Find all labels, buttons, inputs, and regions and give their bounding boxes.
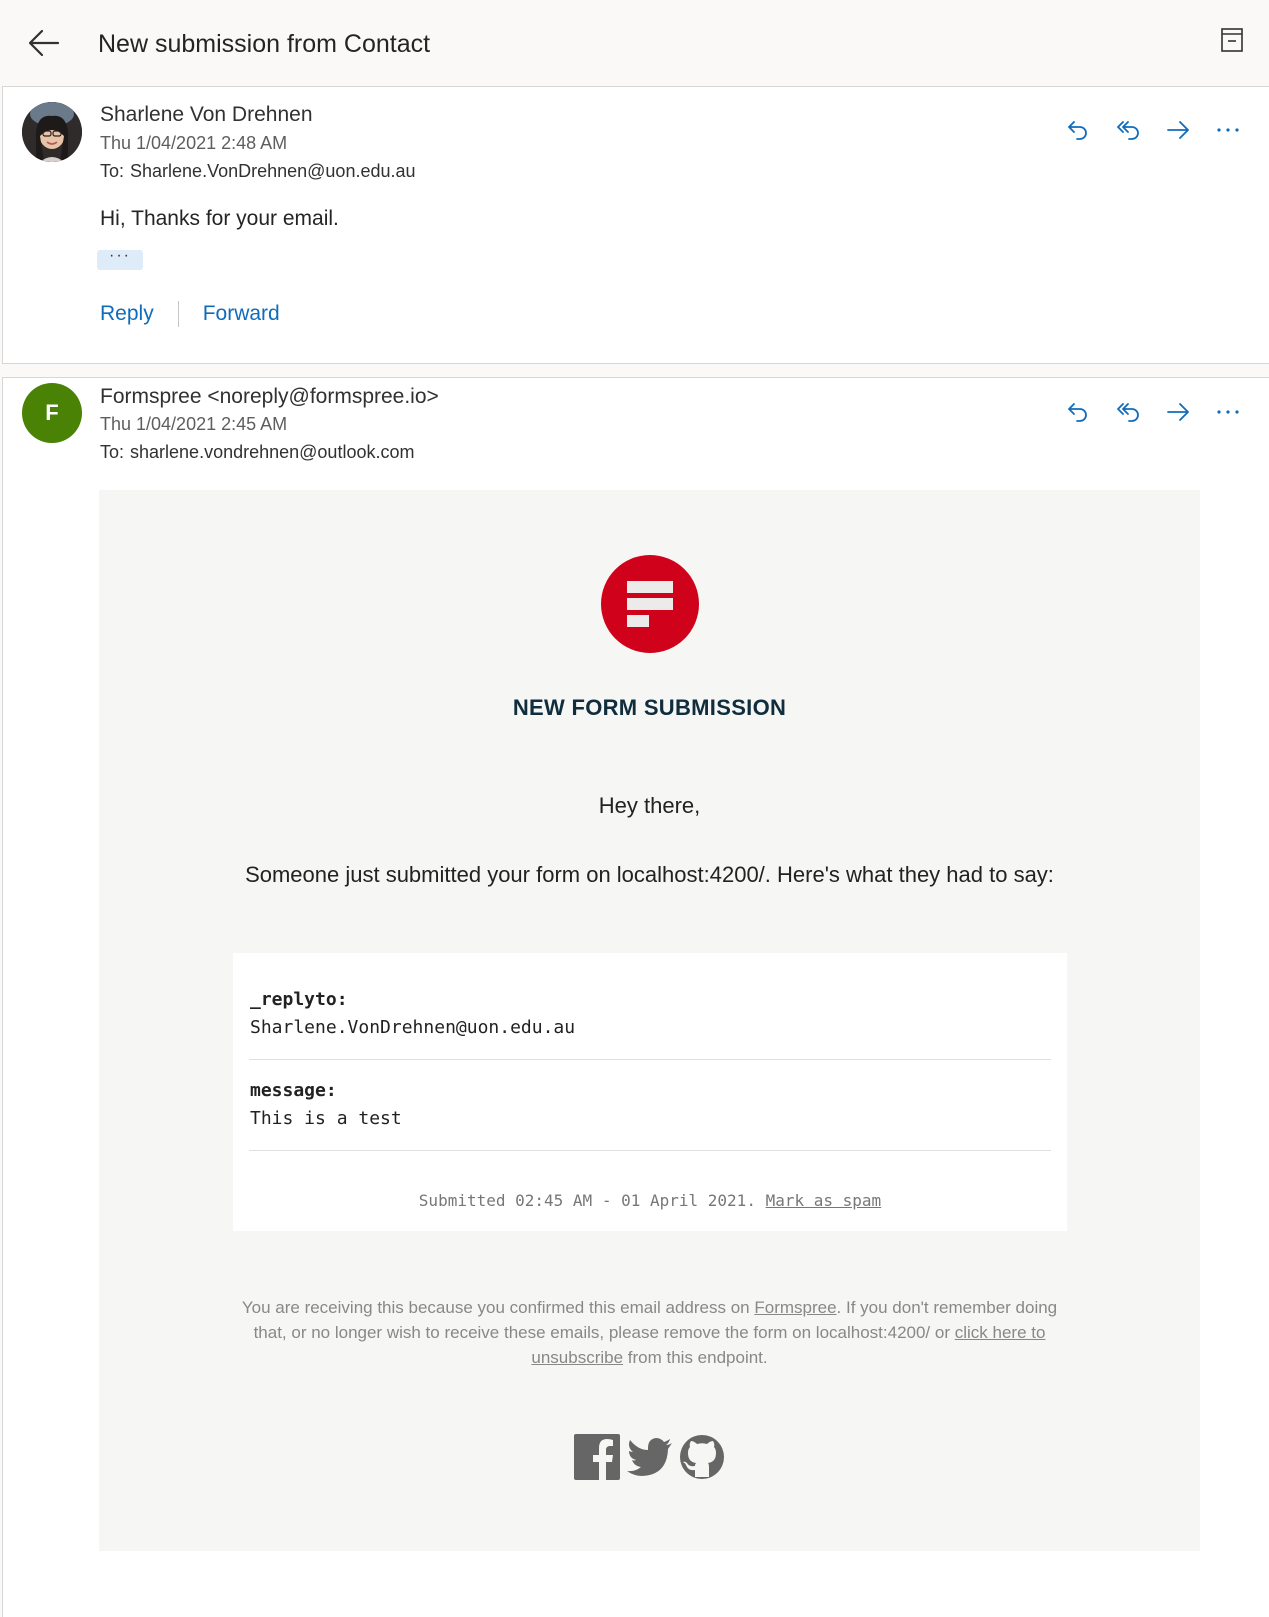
field-value: This is a test — [250, 1108, 402, 1129]
more-icon — [1217, 410, 1239, 414]
reply-all-button[interactable] — [1103, 397, 1153, 427]
twitter-link[interactable] — [626, 1432, 674, 1482]
reply-button[interactable] — [1053, 397, 1103, 427]
popout-button[interactable] — [1220, 27, 1244, 53]
email-intro: Someone just submitted your form on loca… — [245, 862, 1054, 887]
message-actions — [1053, 397, 1253, 427]
reply-all-button[interactable] — [1103, 115, 1153, 145]
recipient-line: To: Sharlene.VonDrehnen@uon.edu.au — [100, 161, 416, 182]
field-name: _replyto: — [250, 989, 348, 1010]
popout-icon — [1221, 28, 1243, 52]
reading-pane-header: New submission from Contact — [0, 0, 1269, 86]
facebook-icon — [574, 1434, 620, 1480]
to-label: To: — [100, 442, 125, 462]
field-value: Sharlene.VonDrehnen@uon.edu.au — [250, 1017, 576, 1038]
message-date: Thu 1/04/2021 2:45 AM — [100, 414, 288, 434]
recipient-line: To: sharlene.vondrehnen@outlook.com — [100, 442, 414, 463]
more-actions-button[interactable] — [1203, 397, 1253, 427]
field-replyto: _replyto: Sharlene.VonDrehnen@uon.edu.au — [250, 989, 1050, 1038]
formspree-logo — [601, 555, 699, 653]
social-links — [573, 1432, 726, 1482]
divider — [249, 1059, 1051, 1060]
message-actions — [1053, 115, 1253, 145]
email-heading: NEW FORM SUBMISSION — [512, 695, 787, 720]
forward-button[interactable] — [1153, 397, 1203, 427]
reply-button[interactable] — [1053, 115, 1103, 145]
more-actions-button[interactable] — [1203, 115, 1253, 145]
more-icon — [1217, 128, 1239, 132]
footer-text-3: from this endpoint. — [623, 1348, 768, 1367]
recipient-address[interactable]: sharlene.vondrehnen@outlook.com — [130, 442, 414, 462]
formspree-link[interactable]: Formspree — [754, 1298, 836, 1317]
twitter-icon — [626, 1438, 672, 1476]
facebook-link[interactable] — [573, 1432, 621, 1482]
forward-link[interactable]: Forward — [203, 302, 280, 326]
profile-photo — [22, 102, 82, 162]
recipient-address[interactable]: Sharlene.VonDrehnen@uon.edu.au — [130, 161, 416, 181]
reply-all-icon — [1117, 403, 1139, 422]
message-body: Hi, Thanks for your email. — [100, 207, 339, 230]
arrow-left-icon — [28, 29, 60, 57]
submitted-info: Submitted 02:45 AM - 01 April 2021. Mark… — [233, 1191, 1067, 1210]
field-message: message: This is a test — [250, 1080, 1050, 1129]
mark-as-spam-link[interactable]: Mark as spam — [766, 1191, 882, 1210]
submitted-time: Submitted 02:45 AM - 01 April 2021. — [418, 1191, 756, 1210]
email-html-body: NEW FORM SUBMISSION Hey there, Someone j… — [99, 490, 1200, 1551]
reply-icon — [1068, 121, 1087, 140]
github-link[interactable] — [678, 1432, 726, 1482]
forward-button[interactable] — [1153, 115, 1203, 145]
message-card: F Formspree <noreply@formspree.io> Thu 1… — [2, 377, 1269, 1617]
reply-icon — [1068, 403, 1087, 422]
github-icon — [680, 1435, 724, 1479]
message-date: Thu 1/04/2021 2:48 AM — [100, 133, 288, 153]
message-card: Sharlene Von Drehnen Thu 1/04/2021 2:48 … — [2, 86, 1269, 364]
to-label: To: — [100, 161, 125, 181]
sender-name[interactable]: Sharlene Von Drehnen — [100, 103, 313, 127]
show-quoted-text-button[interactable]: ··· — [97, 248, 143, 270]
avatar[interactable] — [22, 102, 82, 162]
field-name: message: — [250, 1080, 337, 1101]
divider — [249, 1150, 1051, 1151]
email-footer: You are receiving this because you confi… — [239, 1295, 1060, 1370]
footer-text-1: You are receiving this because you confi… — [241, 1298, 755, 1317]
submission-fields: _replyto: Sharlene.VonDrehnen@uon.edu.au… — [233, 953, 1067, 1231]
back-button[interactable] — [26, 26, 62, 62]
avatar[interactable]: F — [22, 383, 82, 443]
forward-icon — [1167, 403, 1189, 421]
reply-link[interactable]: Reply — [100, 302, 154, 326]
divider — [177, 301, 179, 327]
quick-actions: Reply Forward — [100, 301, 280, 327]
reply-all-icon — [1117, 121, 1139, 140]
email-greeting: Hey there, — [598, 793, 701, 818]
forward-icon — [1167, 121, 1189, 139]
conversation-title: New submission from Contact — [98, 30, 431, 58]
sender-name[interactable]: Formspree <noreply@formspree.io> — [100, 385, 439, 409]
